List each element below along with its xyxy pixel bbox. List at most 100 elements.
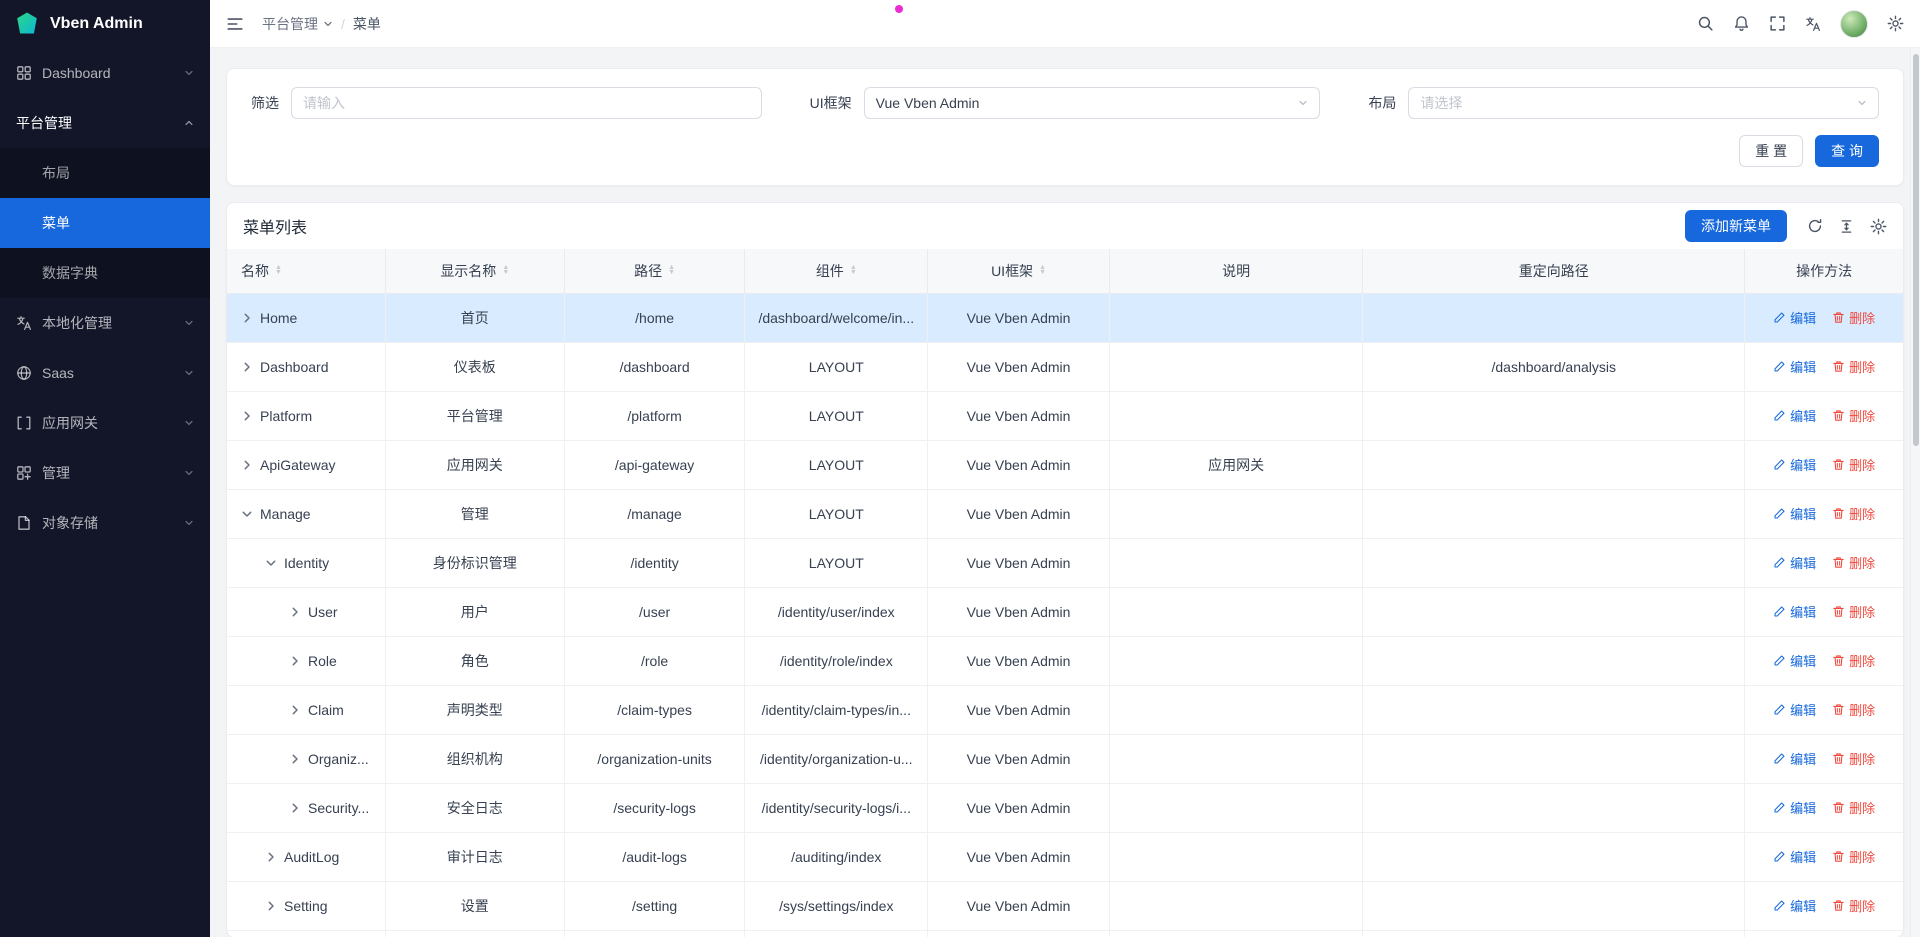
settings-gear-icon[interactable] — [1887, 15, 1904, 32]
delete-button[interactable]: 删除 — [1832, 847, 1875, 866]
row-name: Identity — [284, 555, 329, 571]
table-row[interactable]: AuditLog审计日志/audit-logs/auditing/indexVu… — [227, 832, 1903, 881]
table-row[interactable]: ApiGateway应用网关/api-gatewayLAYOUTVue Vben… — [227, 440, 1903, 489]
table-row[interactable]: Platform平台管理/platformLAYOUTVue Vben Admi… — [227, 391, 1903, 440]
sidebar-item-object-storage[interactable]: 对象存储 — [0, 498, 210, 548]
scrollbar-thumb[interactable] — [1913, 54, 1919, 446]
ui-framework-select[interactable]: Vue Vben Admin — [864, 87, 1321, 119]
table-row[interactable]: Manage管理/manageLAYOUTVue Vben Admin编辑删除 — [227, 489, 1903, 538]
search-icon[interactable] — [1697, 15, 1714, 32]
sidebar-item-api-gateway[interactable]: 应用网关 — [0, 398, 210, 448]
sidebar-item-layout[interactable]: 布局 — [0, 148, 210, 198]
edit-button[interactable]: 编辑 — [1773, 357, 1816, 376]
table-row[interactable]: Role角色/role/identity/role/indexVue Vben … — [227, 636, 1903, 685]
sort-icon[interactable]: ▲▼ — [668, 266, 675, 275]
language-icon[interactable] — [1805, 16, 1821, 32]
breadcrumb-item-platform[interactable]: 平台管理 — [262, 14, 333, 34]
sidebar-item-dashboard[interactable]: Dashboard — [0, 48, 210, 98]
cell-ui-framework: Vue Vben Admin — [967, 898, 1071, 914]
column-header-component[interactable]: 组件▲▼ — [745, 249, 928, 293]
delete-button[interactable]: 删除 — [1832, 602, 1875, 621]
expand-row-icon[interactable] — [289, 753, 301, 765]
table-row[interactable]: Security...安全日志/security-logs/identity/s… — [227, 783, 1903, 832]
column-header-ui-framework[interactable]: UI框架▲▼ — [928, 249, 1110, 293]
edit-button[interactable]: 编辑 — [1773, 406, 1816, 425]
edit-button[interactable]: 编辑 — [1773, 455, 1816, 474]
expand-row-icon[interactable] — [289, 704, 301, 716]
avatar[interactable] — [1840, 10, 1868, 38]
sort-icon[interactable]: ▲▼ — [502, 266, 509, 275]
edit-button[interactable]: 编辑 — [1773, 896, 1816, 915]
chevron-down-icon — [323, 19, 333, 29]
sort-icon[interactable]: ▲▼ — [275, 266, 282, 275]
delete-button[interactable]: 删除 — [1832, 749, 1875, 768]
expand-row-icon[interactable] — [265, 900, 277, 912]
delete-button[interactable]: 删除 — [1832, 504, 1875, 523]
delete-button[interactable]: 删除 — [1832, 651, 1875, 670]
edit-button[interactable]: 编辑 — [1773, 651, 1816, 670]
menu-fold-icon[interactable] — [226, 15, 244, 33]
scrollbar-track[interactable] — [1910, 48, 1920, 937]
row-height-icon[interactable] — [1839, 219, 1854, 234]
table-row[interactable]: Dashboard仪表板/dashboardLAYOUTVue Vben Adm… — [227, 342, 1903, 391]
expand-row-icon[interactable] — [265, 851, 277, 863]
sidebar-item-dictionary[interactable]: 数据字典 — [0, 248, 210, 298]
table-row[interactable]: Identity身份标识管理/identityLAYOUTVue Vben Ad… — [227, 538, 1903, 587]
delete-button[interactable]: 删除 — [1832, 357, 1875, 376]
app-logo[interactable]: Vben Admin — [0, 0, 210, 48]
table-row[interactable]: User用户/user/identity/user/indexVue Vben … — [227, 587, 1903, 636]
edit-button[interactable]: 编辑 — [1773, 504, 1816, 523]
expand-row-icon[interactable] — [241, 312, 253, 324]
table-row[interactable]: Setting设置/setting/sys/settings/indexVue … — [227, 881, 1903, 930]
edit-button[interactable]: 编辑 — [1773, 308, 1816, 327]
edit-label: 编辑 — [1790, 651, 1816, 670]
delete-button[interactable]: 删除 — [1832, 308, 1875, 327]
delete-button[interactable]: 删除 — [1832, 700, 1875, 719]
table-row[interactable]: Claim声明类型/claim-types/identity/claim-typ… — [227, 685, 1903, 734]
expand-row-icon[interactable] — [289, 655, 301, 667]
delete-button[interactable]: 删除 — [1832, 455, 1875, 474]
refresh-icon[interactable] — [1807, 218, 1823, 234]
column-header-path[interactable]: 路径▲▼ — [564, 249, 745, 293]
edit-button[interactable]: 编辑 — [1773, 798, 1816, 817]
edit-button[interactable]: 编辑 — [1773, 602, 1816, 621]
table-row[interactable]: Organiz...组织机构/organization-units/identi… — [227, 734, 1903, 783]
edit-button[interactable]: 编辑 — [1773, 700, 1816, 719]
add-menu-button[interactable]: 添加新菜单 — [1685, 210, 1787, 242]
delete-button[interactable]: 删除 — [1832, 896, 1875, 915]
sidebar-item-menu[interactable]: 菜单 — [0, 198, 210, 248]
notification-bell-icon[interactable] — [1733, 15, 1750, 32]
sort-icon[interactable]: ▲▼ — [850, 266, 857, 275]
expand-row-icon[interactable] — [241, 361, 253, 373]
expand-row-icon[interactable] — [289, 606, 301, 618]
search-button[interactable]: 查 询 — [1815, 135, 1879, 167]
fullscreen-icon[interactable] — [1769, 15, 1786, 32]
edit-button[interactable]: 编辑 — [1773, 553, 1816, 572]
collapse-row-icon[interactable] — [241, 508, 253, 520]
expand-row-icon[interactable] — [241, 410, 253, 422]
edit-button[interactable]: 编辑 — [1773, 847, 1816, 866]
cell-path: /security-logs — [613, 800, 695, 816]
chevron-down-icon — [1857, 98, 1867, 108]
delete-button[interactable]: 删除 — [1832, 406, 1875, 425]
column-header-display-name[interactable]: 显示名称▲▼ — [385, 249, 564, 293]
sidebar-item-localization[interactable]: 本地化管理 — [0, 298, 210, 348]
collapse-row-icon[interactable] — [265, 557, 277, 569]
edit-label: 编辑 — [1790, 504, 1816, 523]
table-settings-icon[interactable] — [1870, 218, 1887, 235]
column-header-name[interactable]: 名称▲▼ — [227, 249, 385, 293]
table-row[interactable]: Home首页/home/dashboard/welcome/in...Vue V… — [227, 293, 1903, 342]
layout-select[interactable]: 请选择 — [1408, 87, 1879, 119]
sidebar-item-manage[interactable]: 管理 — [0, 448, 210, 498]
expand-row-icon[interactable] — [289, 802, 301, 814]
delete-button[interactable]: 删除 — [1832, 553, 1875, 572]
sort-icon[interactable]: ▲▼ — [1039, 266, 1046, 275]
expand-row-icon[interactable] — [241, 459, 253, 471]
delete-button[interactable]: 删除 — [1832, 798, 1875, 817]
reset-button[interactable]: 重 置 — [1739, 135, 1803, 167]
sidebar-item-saas[interactable]: Saas — [0, 348, 210, 398]
translate-icon — [16, 315, 32, 331]
edit-button[interactable]: 编辑 — [1773, 749, 1816, 768]
filter-input[interactable] — [291, 87, 762, 119]
sidebar-item-platform[interactable]: 平台管理 — [0, 98, 210, 148]
